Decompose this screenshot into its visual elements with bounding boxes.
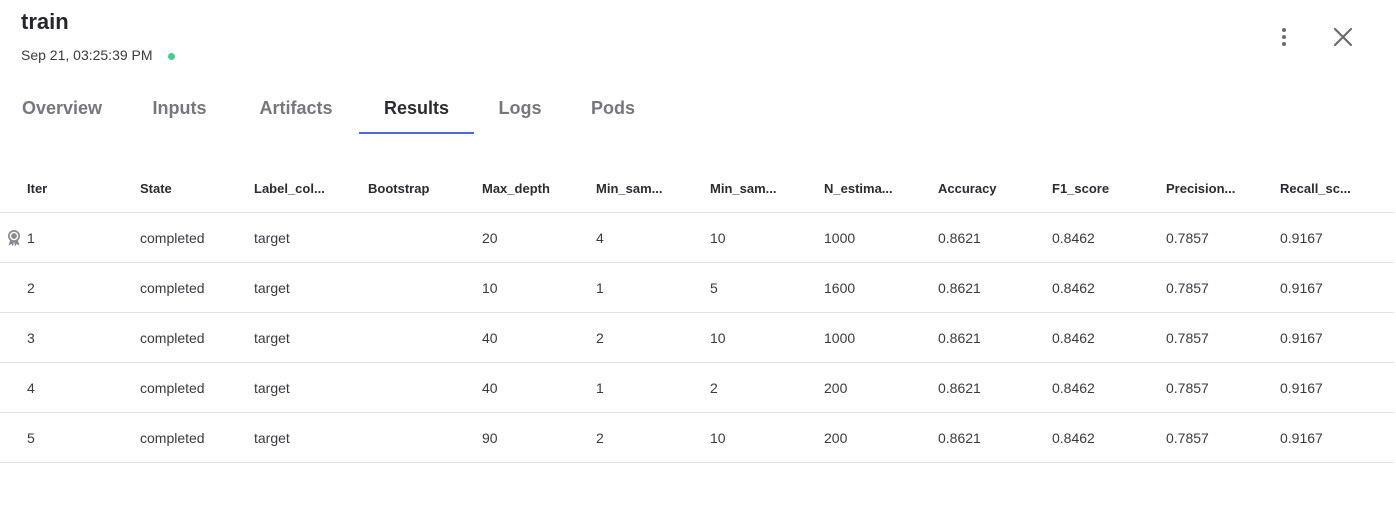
tab-logs[interactable]: Logs: [498, 90, 542, 134]
label-column-cell: target: [254, 362, 368, 413]
iter-cell: 4: [0, 362, 140, 413]
table-header-row: Iter State Label_col... Bootstrap Max_de…: [0, 164, 1394, 213]
results-table: Iter State Label_col... Bootstrap Max_de…: [0, 164, 1394, 463]
n-estimators-cell: 200: [824, 362, 938, 413]
tab-inputs[interactable]: Inputs: [151, 90, 208, 134]
state-cell: completed: [140, 262, 254, 313]
table-row[interactable]: 2 completed target 10 1 5 1600 0.8621 0.…: [0, 262, 1394, 313]
recall-cell: 0.9167: [1280, 262, 1394, 313]
table-row[interactable]: 4 completed target 40 1 2 200 0.8621 0.8…: [0, 362, 1394, 413]
run-timestamp: Sep 21, 03:25:39 PM: [21, 47, 153, 63]
f1-score-cell: 0.8462: [1052, 212, 1166, 263]
table-row[interactable]: 3 completed target 40 2 10 1000 0.8621 0…: [0, 312, 1394, 363]
min-samples-leaf-cell: 1: [596, 362, 710, 413]
column-header-min-samples-leaf[interactable]: Min_sam...: [596, 164, 710, 213]
tab-artifacts[interactable]: Artifacts: [257, 90, 335, 134]
precision-cell: 0.7857: [1166, 362, 1280, 413]
recall-cell: 0.9167: [1280, 362, 1394, 413]
n-estimators-cell: 1000: [824, 312, 938, 363]
run-title: train: [21, 9, 69, 34]
max-depth-cell: 90: [482, 412, 596, 463]
iter-cell: 2: [0, 262, 140, 313]
more-options-button[interactable]: [1272, 24, 1296, 50]
bootstrap-cell: [368, 312, 482, 363]
f1-score-cell: 0.8462: [1052, 262, 1166, 313]
precision-cell: 0.7857: [1166, 262, 1280, 313]
label-column-cell: target: [254, 262, 368, 313]
iter-cell: 1: [0, 212, 140, 263]
column-header-f1-score[interactable]: F1_score: [1052, 164, 1166, 213]
max-depth-cell: 10: [482, 262, 596, 313]
table-row[interactable]: 1 completed target 20 4 10 1000 0.8621 0…: [0, 212, 1394, 263]
run-details-panel: train Sep 21, 03:25:39 PM Overview Input…: [0, 0, 1396, 508]
min-samples-split-cell: 10: [710, 412, 824, 463]
f1-score-cell: 0.8462: [1052, 362, 1166, 413]
accuracy-cell: 0.8621: [938, 412, 1052, 463]
column-header-accuracy[interactable]: Accuracy: [938, 164, 1052, 213]
column-header-label-column[interactable]: Label_col...: [254, 164, 368, 213]
accuracy-cell: 0.8621: [938, 312, 1052, 363]
f1-score-cell: 0.8462: [1052, 412, 1166, 463]
status-dot-icon: [167, 52, 175, 60]
n-estimators-cell: 1000: [824, 212, 938, 263]
n-estimators-cell: 200: [824, 412, 938, 463]
table-row[interactable]: 5 completed target 90 2 10 200 0.8621 0.…: [0, 412, 1394, 463]
column-header-precision[interactable]: Precision...: [1166, 164, 1280, 213]
tab-bar: Overview Inputs Artifacts Results Logs P…: [0, 90, 636, 134]
min-samples-split-cell: 5: [710, 262, 824, 313]
iter-value: 1: [27, 229, 35, 246]
max-depth-cell: 20: [482, 212, 596, 263]
min-samples-leaf-cell: 2: [596, 312, 710, 363]
run-header: train Sep 21, 03:25:39 PM: [21, 8, 175, 63]
recall-cell: 0.9167: [1280, 412, 1394, 463]
label-column-cell: target: [254, 312, 368, 363]
column-header-state[interactable]: State: [140, 164, 254, 213]
tab-results[interactable]: Results: [359, 90, 474, 134]
max-depth-cell: 40: [482, 362, 596, 413]
state-cell: completed: [140, 212, 254, 263]
accuracy-cell: 0.8621: [938, 262, 1052, 313]
column-header-bootstrap[interactable]: Bootstrap: [368, 164, 482, 213]
column-header-min-samples-split[interactable]: Min_sam...: [710, 164, 824, 213]
accuracy-cell: 0.8621: [938, 212, 1052, 263]
f1-score-cell: 0.8462: [1052, 312, 1166, 363]
min-samples-leaf-cell: 1: [596, 262, 710, 313]
label-column-cell: target: [254, 212, 368, 263]
column-header-iter[interactable]: Iter: [0, 164, 140, 213]
precision-cell: 0.7857: [1166, 312, 1280, 363]
run-subtitle: Sep 21, 03:25:39 PM: [21, 47, 175, 63]
bootstrap-cell: [368, 412, 482, 463]
tab-pods[interactable]: Pods: [590, 90, 636, 134]
iter-cell: 3: [0, 312, 140, 363]
max-depth-cell: 40: [482, 312, 596, 363]
min-samples-split-cell: 2: [710, 362, 824, 413]
min-samples-leaf-cell: 2: [596, 412, 710, 463]
accuracy-cell: 0.8621: [938, 362, 1052, 413]
precision-cell: 0.7857: [1166, 412, 1280, 463]
column-header-max-depth[interactable]: Max_depth: [482, 164, 596, 213]
tab-overview[interactable]: Overview: [21, 90, 103, 134]
header-actions: [1272, 24, 1356, 50]
bootstrap-cell: [368, 262, 482, 313]
column-header-n-estimators[interactable]: N_estima...: [824, 164, 938, 213]
state-cell: completed: [140, 312, 254, 363]
bootstrap-cell: [368, 362, 482, 413]
iter-cell: 5: [0, 412, 140, 463]
min-samples-split-cell: 10: [710, 212, 824, 263]
recall-cell: 0.9167: [1280, 312, 1394, 363]
column-header-recall[interactable]: Recall_sc...: [1280, 164, 1394, 213]
state-cell: completed: [140, 412, 254, 463]
state-cell: completed: [140, 362, 254, 413]
close-button[interactable]: [1330, 24, 1356, 50]
vertical-dots-icon: [1282, 28, 1286, 46]
recall-cell: 0.9167: [1280, 212, 1394, 263]
award-medal-icon: [8, 229, 20, 246]
label-column-cell: target: [254, 412, 368, 463]
bootstrap-cell: [368, 212, 482, 263]
min-samples-split-cell: 10: [710, 312, 824, 363]
min-samples-leaf-cell: 4: [596, 212, 710, 263]
precision-cell: 0.7857: [1166, 212, 1280, 263]
n-estimators-cell: 1600: [824, 262, 938, 313]
close-icon: [1333, 27, 1353, 47]
